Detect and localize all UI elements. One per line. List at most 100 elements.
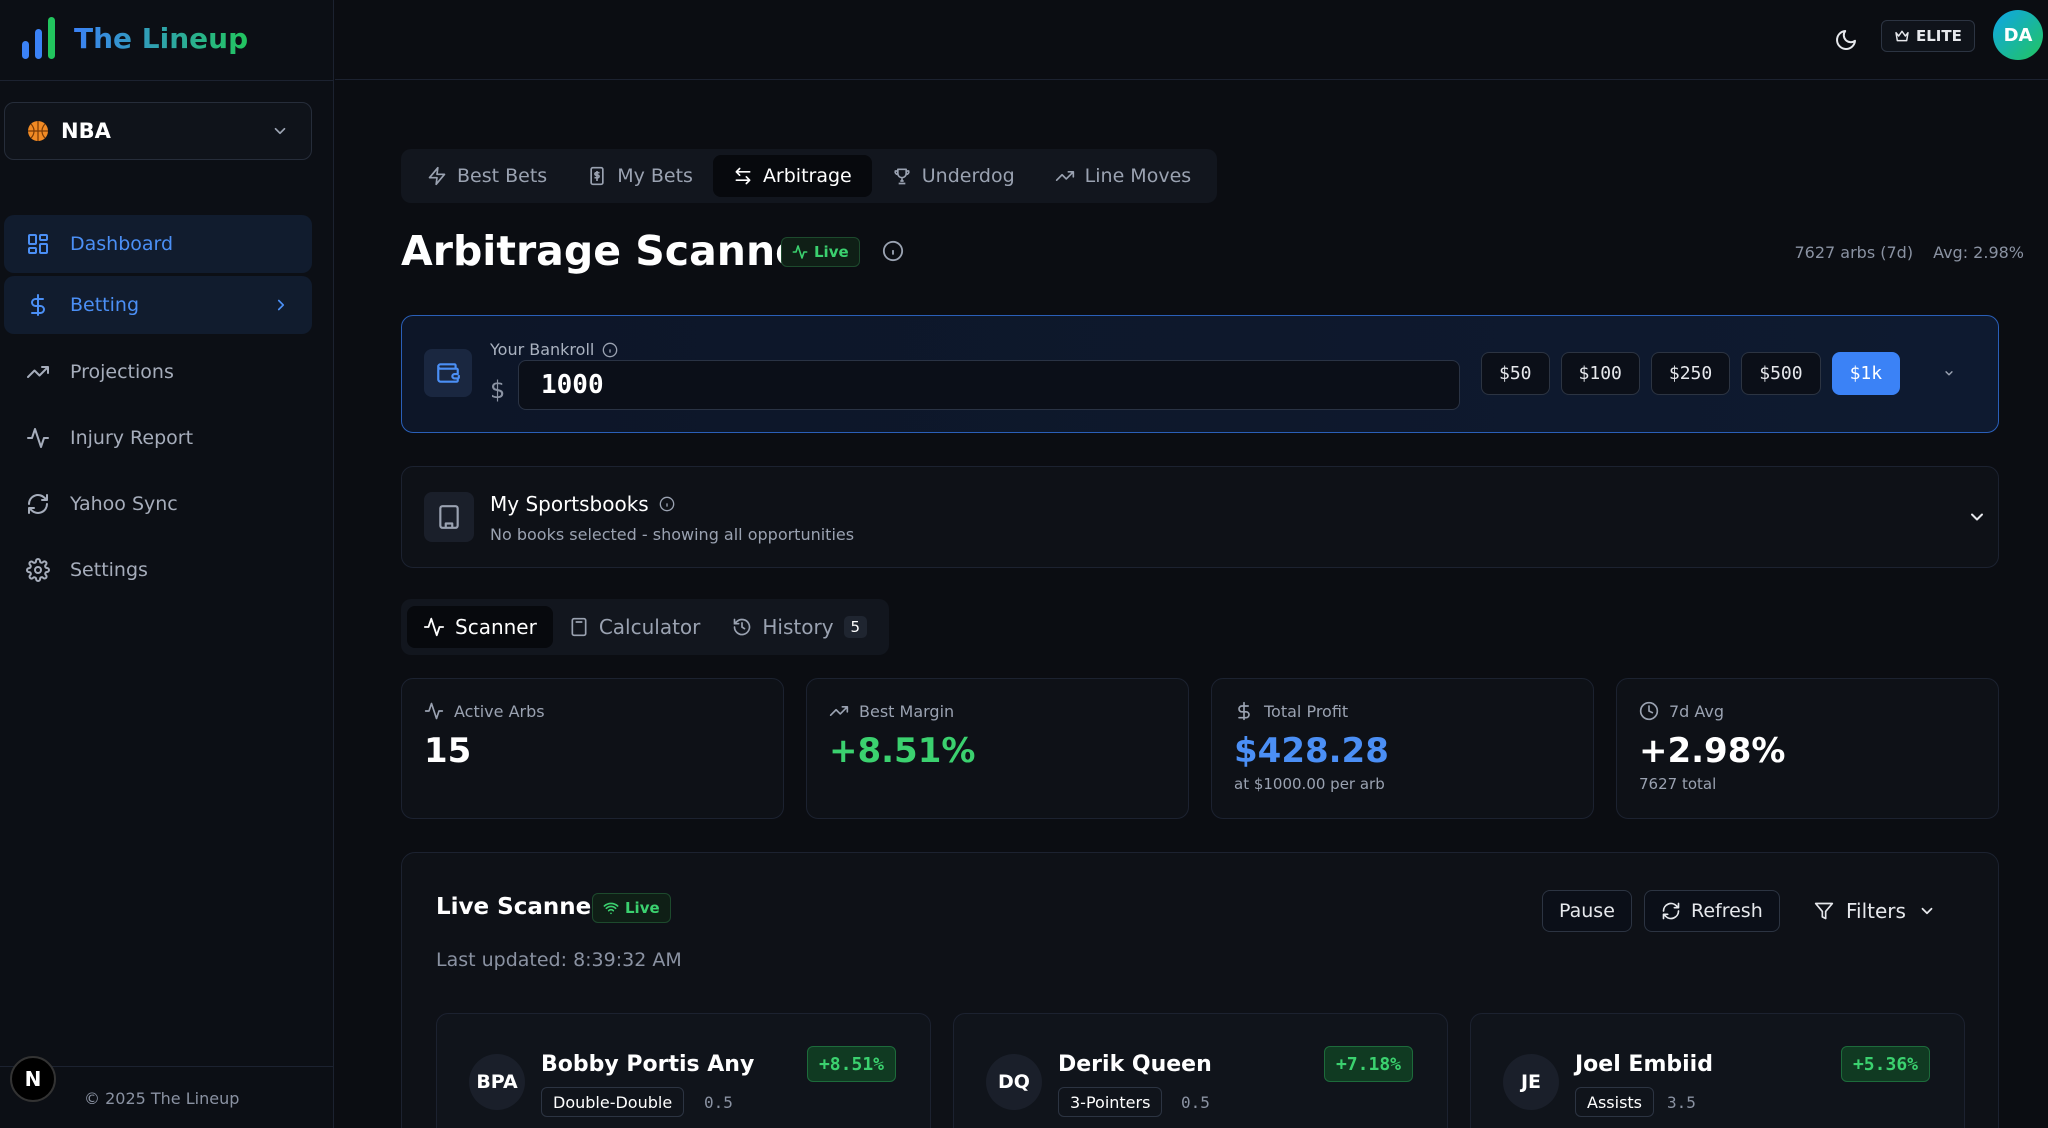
filter-icon: [1814, 902, 1834, 920]
page-title: Arbitrage Scanner: [401, 227, 824, 275]
tab-label: Calculator: [598, 615, 701, 639]
arb-card[interactable]: BPA Bobby Portis Any Double-Double 0.5 +…: [436, 1013, 931, 1128]
tab-underdog[interactable]: Underdog: [872, 155, 1035, 197]
tab-label: History: [762, 615, 834, 639]
filters-button[interactable]: Filters: [1814, 890, 1936, 932]
stat-card-best-margin: Best Margin +8.51%: [806, 678, 1189, 819]
preset-250-button[interactable]: $250: [1650, 352, 1731, 395]
moon-icon: [1836, 30, 1856, 50]
tab-line-moves[interactable]: Line Moves: [1035, 155, 1212, 197]
gear-icon: [26, 558, 50, 582]
tab-history[interactable]: History 5: [716, 606, 883, 648]
refresh-icon: [1662, 902, 1680, 920]
avatar[interactable]: DA: [1993, 10, 2043, 60]
arb-card[interactable]: DQ Derik Queen 3-Pointers 0.5 +7.18%: [953, 1013, 1448, 1128]
preset-100-button[interactable]: $100: [1560, 352, 1640, 395]
tab-label: Underdog: [921, 165, 1015, 187]
sidebar-item-label: Projections: [70, 361, 174, 383]
league-selector[interactable]: NBA: [4, 102, 312, 160]
preset-1k-button[interactable]: $1k: [1831, 352, 1901, 395]
stat-value: +8.51%: [829, 731, 976, 771]
divider: [0, 80, 334, 81]
preset-50-button[interactable]: $50: [1481, 352, 1550, 395]
summary-stats: 7627 arbs (7d) Avg: 2.98%: [1794, 243, 2024, 262]
pause-label: Pause: [1559, 900, 1615, 922]
history-count: 5: [843, 616, 868, 638]
sidebar-item-label: Injury Report: [70, 427, 194, 449]
market-badge: 3-Pointers: [1058, 1087, 1163, 1117]
info-icon[interactable]: [882, 240, 904, 262]
dashboard-icon: [28, 234, 48, 254]
sidebar-item-settings[interactable]: Settings: [4, 541, 312, 599]
pause-button[interactable]: Pause: [1542, 890, 1632, 932]
tab-label: My Bets: [617, 165, 693, 187]
sidebar-item-betting[interactable]: Betting: [4, 276, 312, 334]
sidebar-item-label: Yahoo Sync: [70, 493, 178, 515]
tier-label: ELITE: [1916, 27, 1962, 45]
refresh-label: Refresh: [1691, 900, 1763, 922]
tab-label: Scanner: [455, 615, 537, 639]
sportsbooks-title: My Sportsbooks: [490, 492, 675, 516]
bankroll-label-text: Your Bankroll: [490, 340, 595, 359]
bankroll-input[interactable]: [518, 360, 1460, 410]
live-scanner-panel: Live Scanner Live Last updated: 8:39:32 …: [401, 852, 1999, 1128]
player-name: Derik Queen: [1058, 1052, 1212, 1077]
trending-up-icon: [1055, 171, 1074, 181]
next-badge-icon[interactable]: N: [10, 1056, 56, 1102]
sidebar-item-dashboard[interactable]: Dashboard: [4, 215, 312, 273]
wallet-icon: [424, 349, 472, 397]
chevron-down-icon[interactable]: [1942, 366, 1956, 380]
arb-card[interactable]: JE Joel Embiid Assists 3.5 +5.36%: [1470, 1013, 1965, 1128]
chevron-right-icon: [277, 299, 285, 311]
chevron-down-icon[interactable]: [1967, 507, 1987, 527]
tier-badge[interactable]: ELITE: [1881, 20, 1975, 52]
live-label: Live: [814, 243, 849, 261]
league-label: NBA: [61, 119, 111, 143]
main-content: Best Bets My Bets Arbitrage Underdog Lin…: [335, 81, 2048, 1128]
tab-scanner[interactable]: Scanner: [407, 606, 553, 648]
logo[interactable]: The Lineup: [20, 14, 248, 62]
stat-value: +2.98%: [1639, 731, 1786, 771]
sidebar-item-projections[interactable]: Projections: [4, 343, 312, 401]
stat-sub: at $1000.00 per arb: [1234, 775, 1385, 793]
bar-chart-logo-icon: [22, 17, 55, 59]
player-name: Joel Embiid: [1575, 1052, 1713, 1077]
tab-my-bets[interactable]: My Bets: [567, 155, 713, 197]
clock-icon: [1639, 701, 1659, 721]
trending-up-icon: [829, 706, 849, 716]
stat-value: $428.28: [1234, 731, 1389, 771]
stat-card-total-profit: Total Profit $428.28 at $1000.00 per arb: [1211, 678, 1594, 819]
pulse-icon: [424, 702, 444, 720]
copyright: © 2025 The Lineup: [84, 1089, 240, 1108]
currency-symbol: $: [490, 376, 506, 404]
tab-calculator[interactable]: Calculator: [553, 606, 717, 648]
stat-label: 7d Avg: [1639, 701, 1976, 721]
sync-icon: [28, 494, 48, 514]
preset-500-button[interactable]: $500: [1741, 352, 1821, 395]
dollar-icon: [31, 294, 45, 316]
history-icon: [734, 618, 751, 636]
sportsbooks-panel[interactable]: My Sportsbooks No books selected - showi…: [401, 466, 1999, 568]
top-bar: ELITE DA: [335, 0, 2048, 80]
line-value: 3.5: [1667, 1093, 1696, 1112]
sidebar-item-yahoo-sync[interactable]: Yahoo Sync: [4, 475, 312, 533]
info-icon[interactable]: [602, 342, 618, 358]
dollar-icon: [1238, 701, 1250, 721]
tab-label: Arbitrage: [762, 165, 852, 187]
crown-icon: [1895, 30, 1909, 42]
tab-arbitrage[interactable]: Arbitrage: [712, 155, 872, 197]
info-icon[interactable]: [659, 496, 675, 512]
sidebar-item-injury-report[interactable]: Injury Report: [4, 409, 312, 467]
arbs-7d: 7627 arbs (7d): [1794, 243, 1914, 262]
stat-label-text: Active Arbs: [454, 701, 545, 721]
refresh-button[interactable]: Refresh: [1644, 890, 1780, 932]
tab-best-bets[interactable]: Best Bets: [407, 155, 567, 197]
building-icon: [424, 492, 474, 542]
trophy-icon: [894, 168, 910, 185]
live-badge: Live: [781, 237, 860, 267]
theme-toggle-button[interactable]: [1828, 22, 1864, 58]
stat-label: Active Arbs: [424, 701, 761, 721]
zap-icon: [428, 166, 446, 186]
betting-tabs: Best Bets My Bets Arbitrage Underdog Lin…: [401, 149, 1218, 203]
pulse-icon: [423, 617, 445, 637]
